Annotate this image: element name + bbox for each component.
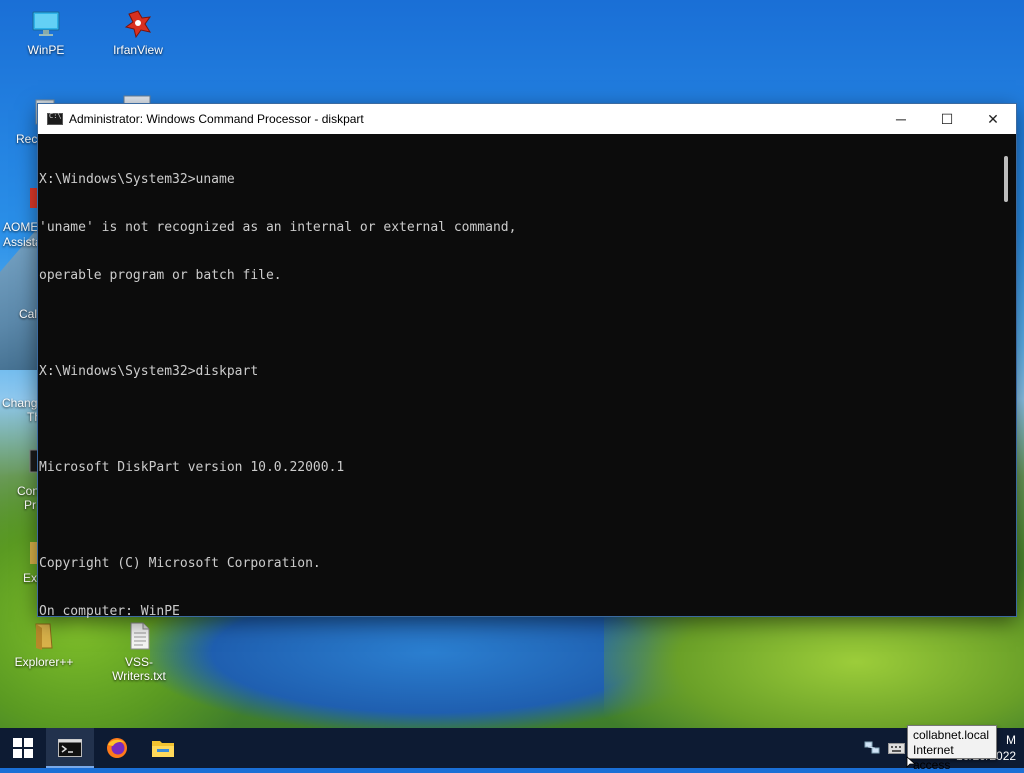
- firefox-icon: [107, 738, 127, 758]
- taskbar-cmd-button[interactable]: [46, 728, 94, 768]
- console-line: X:\Windows\System32>diskpart: [39, 364, 259, 379]
- mouse-cursor-icon: [906, 756, 916, 768]
- network-icon[interactable]: [863, 739, 881, 757]
- console-output[interactable]: X:\Windows\System32>uname 'uname' is not…: [38, 134, 998, 619]
- command-prompt-window[interactable]: Administrator: Windows Command Processor…: [38, 104, 1016, 619]
- desktop-icon-label: VSS-Writers.txt: [112, 655, 166, 683]
- console-line: X:\Windows\System32>uname: [39, 172, 235, 187]
- taskbar-firefox-button[interactable]: [94, 728, 140, 768]
- close-button[interactable]: ✕: [970, 104, 1016, 134]
- console-line: Copyright (C) Microsoft Corporation.: [39, 556, 321, 571]
- maximize-icon: ☐: [940, 110, 954, 127]
- desktop-icon-irfanview[interactable]: IrfanView: [101, 8, 175, 57]
- windows-start-icon: [13, 738, 33, 758]
- network-tooltip: collabnet.local Internet access: [907, 725, 997, 772]
- close-icon: ✕: [987, 110, 999, 127]
- taskbar-explorer-button[interactable]: [140, 728, 186, 768]
- console-line: operable program or batch file.: [39, 268, 282, 283]
- minimize-icon: ─: [896, 111, 906, 127]
- scrollbar-thumb[interactable]: [1004, 156, 1008, 202]
- desktop-icon-label: WinPE: [27, 43, 65, 57]
- desktop-icon-partial-label: Pr: [24, 498, 36, 512]
- computer-icon: [32, 11, 60, 36]
- window-title: Administrator: Windows Command Processor…: [69, 112, 364, 126]
- desktop-icon-winpe[interactable]: WinPE: [9, 8, 83, 57]
- desktop-icon-label: Explorer++: [14, 655, 74, 669]
- start-button[interactable]: [0, 728, 46, 768]
- command-prompt-icon: [58, 739, 82, 757]
- command-prompt-icon: [47, 112, 63, 125]
- file-explorer-icon: [152, 741, 174, 757]
- console-line: Microsoft DiskPart version 10.0.22000.1: [39, 460, 345, 475]
- vertical-scrollbar[interactable]: [998, 134, 1016, 616]
- maximize-button[interactable]: ☐: [924, 104, 970, 134]
- desktop-icon-partial-label: Con: [17, 484, 40, 498]
- desktop-icon-partial-label: AOME: [3, 220, 39, 234]
- desktop-icon-label: IrfanView: [113, 43, 163, 57]
- keyboard-icon[interactable]: [887, 739, 905, 757]
- desktop-icon-partial-label: Assista: [3, 235, 42, 249]
- window-titlebar[interactable]: Administrator: Windows Command Processor…: [38, 104, 1016, 134]
- desktop-icon-partial-label: Chang: [2, 396, 38, 410]
- irfanview-icon: [124, 10, 152, 39]
- console-line: 'uname' is not recognized as an internal…: [39, 220, 517, 235]
- minimize-button[interactable]: ─: [878, 104, 924, 134]
- console-line: On computer: WinPE: [39, 604, 180, 619]
- tooltip-line: collabnet.local: [913, 728, 990, 742]
- tooltip-line: Internet access: [913, 743, 954, 772]
- taskbar: M 10/29/2022: [0, 728, 1024, 768]
